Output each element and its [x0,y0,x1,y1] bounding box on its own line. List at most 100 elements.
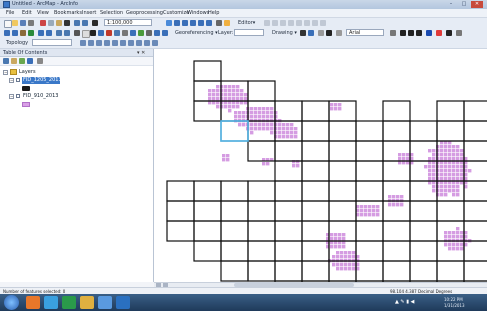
grid-polygon[interactable] [463,240,487,262]
list-by-visibility-icon[interactable] [19,58,25,64]
list-by-drawing-order-icon[interactable] [3,58,9,64]
grid-polygon[interactable] [355,260,384,282]
full-extent-icon[interactable] [28,30,34,36]
font-color-icon[interactable] [426,30,432,36]
grid-polygon[interactable] [301,220,330,242]
viewer-window-icon[interactable] [162,30,168,36]
collapse-layer2-toggle[interactable]: − [9,94,14,99]
topology-combo[interactable] [32,39,72,46]
grid-polygon[interactable] [166,180,195,202]
search-window-icon[interactable] [190,20,196,26]
map-view[interactable] [154,49,487,282]
menu-windows[interactable]: Windows [187,10,209,16]
grid-polygon[interactable] [409,120,438,142]
select-element-arrow-icon[interactable] [300,30,306,36]
topology-edit-icon[interactable] [80,40,86,46]
grid-polygon[interactable] [193,60,222,82]
sketch-tool-icon[interactable] [280,20,286,26]
underline-icon[interactable] [416,30,422,36]
grid-polygon[interactable] [247,180,276,202]
grid-polygon[interactable] [409,240,438,262]
menu-view[interactable]: View [37,10,49,16]
layer1-symbol-swatch[interactable] [22,86,30,91]
chrome-icon[interactable] [62,296,76,309]
grid-polygon[interactable] [193,200,222,222]
grid-polygon[interactable] [409,260,438,282]
list-by-selection-icon[interactable] [27,58,33,64]
grid-polygon[interactable] [193,220,222,242]
start-button[interactable] [4,295,19,310]
close-button[interactable]: ✕ [471,1,483,8]
topology-reshape-icon[interactable] [120,40,126,46]
grid-polygon[interactable] [301,180,330,202]
back-extent-icon[interactable] [56,30,62,36]
html-popup-icon[interactable] [114,30,120,36]
grid-polygon[interactable] [247,260,276,282]
layer2-name[interactable]: FID_910_2013 [23,93,58,99]
new-document-icon[interactable] [4,20,12,28]
rotate-tool-icon[interactable] [296,20,302,26]
toc-close-controls[interactable]: ▾ ✕ [137,50,145,56]
catalog-icon[interactable] [182,20,188,26]
create-features-icon[interactable] [320,20,326,26]
menu-geoprocessing[interactable]: Geoprocessing [126,10,163,16]
grid-polygon[interactable] [382,140,411,162]
menu-help[interactable]: Help [208,10,219,16]
help-pointer-icon[interactable] [224,20,230,26]
menu-bookmarks[interactable]: Bookmarks [54,10,82,16]
grid-polygon[interactable] [463,160,487,182]
collapse-layers-toggle[interactable]: − [3,70,8,75]
zoom-out-icon[interactable] [12,30,18,36]
grid-polygon[interactable] [274,260,303,282]
menu-customize[interactable]: Customize [163,10,189,16]
arcmap-task-icon[interactable] [98,296,112,309]
clock-time[interactable]: 10:22 PM [444,297,463,302]
select-elements-icon[interactable] [90,30,96,36]
grid-polygon[interactable] [220,180,249,202]
list-by-source-icon[interactable] [11,58,17,64]
identify-icon[interactable] [98,30,104,36]
paste-icon[interactable] [56,20,62,26]
menu-selection[interactable]: Selection [100,10,123,16]
straight-segment-icon[interactable] [272,20,278,26]
open-folder-icon[interactable] [12,20,18,26]
grid-polygon[interactable] [247,80,276,102]
bold-icon[interactable] [400,30,406,36]
grid-polygon[interactable] [220,200,249,222]
map-canvas[interactable] [154,49,487,282]
grid-polygon[interactable] [382,260,411,282]
fixed-zoom-in-icon[interactable] [38,30,44,36]
grid-polygon[interactable] [328,120,357,142]
italic-icon[interactable] [408,30,414,36]
grid-polygon[interactable] [328,140,357,162]
grid-polygon[interactable] [409,220,438,242]
layer1-name[interactable]: FID_1205_2013 [23,77,62,83]
font-combo[interactable]: Arial [346,29,384,36]
grid-polygon[interactable] [274,220,303,242]
grid-polygon[interactable] [301,200,330,222]
grid-polygon[interactable] [463,220,487,242]
print-icon[interactable] [28,20,34,26]
grid-polygon[interactable] [274,100,303,122]
clock-date[interactable]: 1/31/2013 [444,303,465,308]
toc-options-icon[interactable] [37,58,43,64]
grid-polygon[interactable] [382,120,411,142]
grid-polygon[interactable] [436,260,465,282]
grid-polygon[interactable] [355,160,384,182]
table-of-contents-icon[interactable] [174,20,180,26]
layer2-visibility-checkbox[interactable] [16,94,20,98]
menu-file[interactable]: File [6,10,14,16]
topology-map-icon[interactable] [152,40,158,46]
save-icon[interactable] [20,20,26,26]
line-color-icon[interactable] [446,30,452,36]
select-features-icon[interactable] [74,30,80,36]
grid-polygon[interactable] [382,240,411,262]
hyperlink-icon[interactable] [106,30,112,36]
time-slider-icon[interactable] [154,30,160,36]
grid-polygon[interactable] [328,160,357,182]
grid-polygon[interactable] [247,240,276,262]
topology-fix-icon[interactable] [104,40,110,46]
grid-polygon[interactable] [463,100,487,122]
minimize-button[interactable]: – [445,1,457,8]
grid-polygon[interactable] [382,160,411,182]
